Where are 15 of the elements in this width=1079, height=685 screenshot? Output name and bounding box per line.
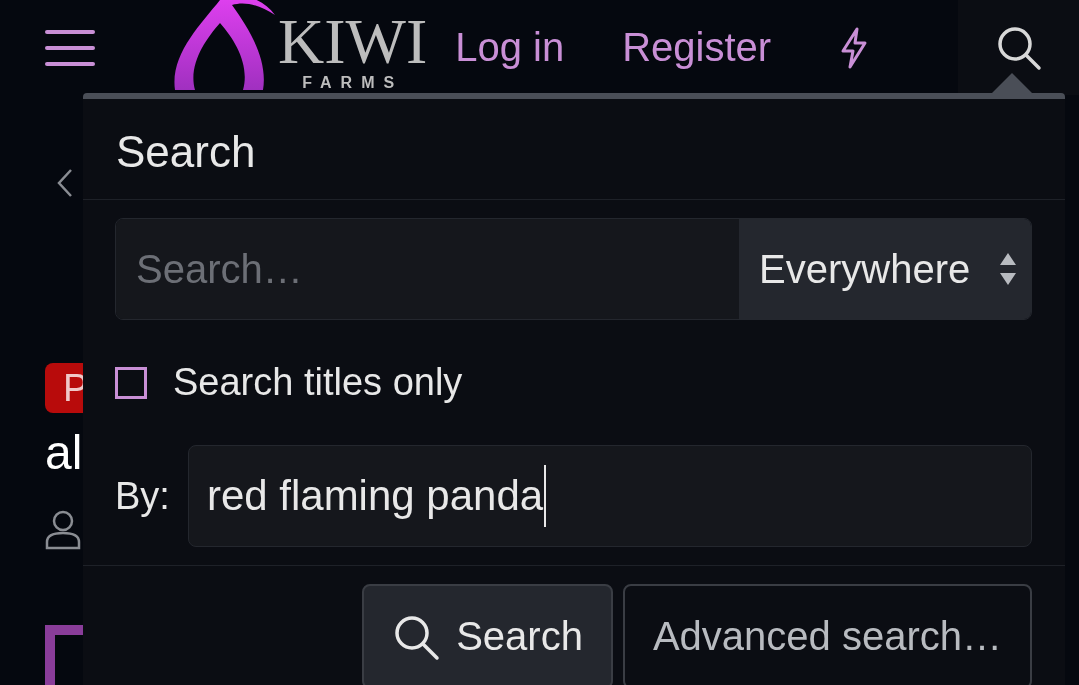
menu-icon[interactable]	[45, 27, 95, 68]
search-button[interactable]: Search	[362, 584, 613, 685]
field-label: By:	[115, 474, 170, 518]
menu-title: Search	[83, 99, 1065, 200]
thread-title: al	[45, 425, 83, 480]
checkbox-label[interactable]: Search titles only	[173, 361, 463, 404]
user-icon	[45, 510, 81, 550]
header-link[interactable]: Log in	[455, 25, 565, 70]
checkbox[interactable]	[115, 366, 147, 399]
back-chevron-icon[interactable]	[57, 168, 73, 198]
search-button[interactable]: Advanced search…	[622, 584, 1032, 685]
site-logo[interactable]: KIWI FARMS	[170, 0, 428, 95]
member-field[interactable]: red flaming panda	[187, 445, 1032, 547]
header-link[interactable]: Register	[622, 25, 772, 70]
search-icon[interactable]	[995, 24, 1042, 71]
